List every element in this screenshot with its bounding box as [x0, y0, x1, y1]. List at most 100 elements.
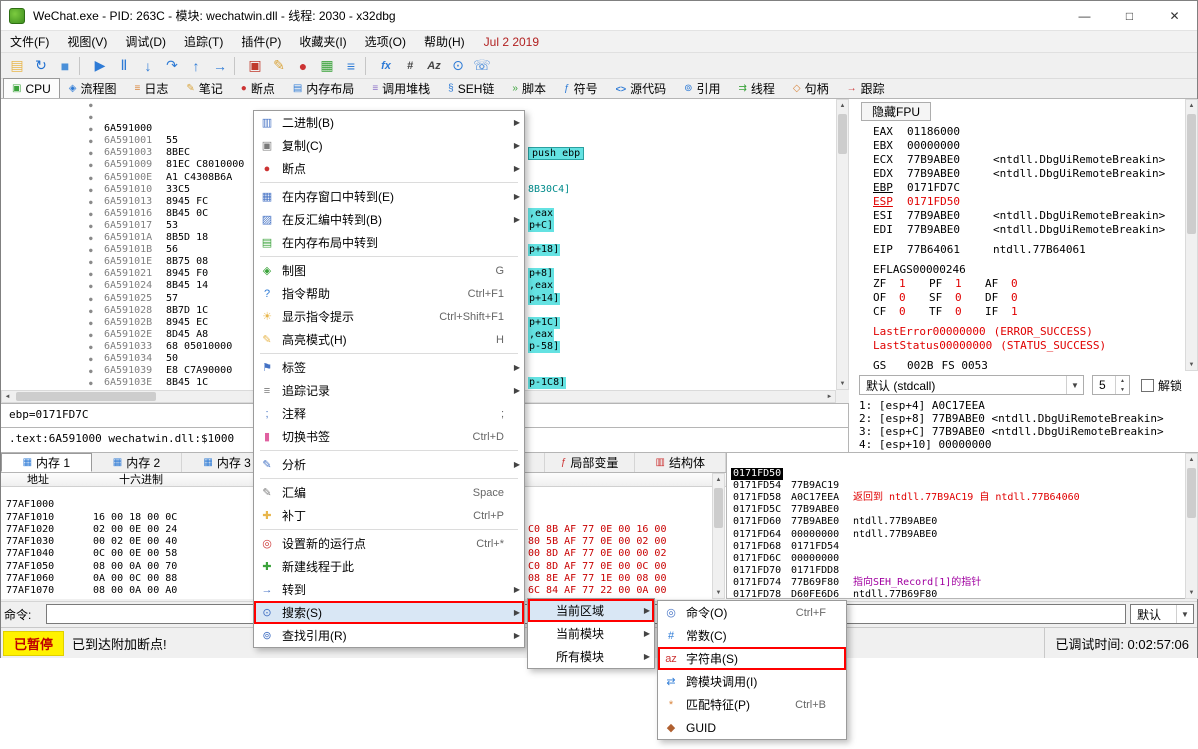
context-menu-item[interactable]: ▥ 二进制(B) ▶ — [254, 111, 524, 134]
register-row[interactable]: EFLAGS00000246 — [849, 263, 1185, 277]
view-tab[interactable]: ◈ 流程图 — [60, 78, 126, 98]
context-menu-item[interactable]: ▨ 在反汇编中转到(B) ▶ — [254, 208, 524, 231]
submenu-item[interactable]: ◆ GUID — [658, 716, 846, 739]
context-menu-item[interactable]: ✎ 高亮模式(H) H — [254, 328, 524, 351]
submenu-item[interactable]: 当前区域 ▶ — [528, 599, 654, 622]
call-stack-icon[interactable]: ≡ — [339, 55, 363, 77]
view-tab[interactable]: ƒ 符号 — [555, 78, 607, 98]
register-row[interactable]: LastStatus00000000(STATUS_SUCCESS) — [849, 339, 1185, 353]
register-row[interactable]: ESI77B9ABE0<ntdll.DbgUiRemoteBreakin> — [849, 209, 1185, 223]
submenu-item[interactable]: 当前模块 ▶ — [528, 622, 654, 645]
flags-row[interactable]: OF0SF0DF0 — [849, 291, 1185, 305]
breakpoint-dot-icon[interactable] — [89, 377, 93, 390]
view-tab[interactable]: ▣ CPU — [3, 78, 60, 98]
close-button[interactable]: ✕ — [1152, 1, 1197, 30]
stack-row[interactable]: 0171FD64 0171FD54 — [727, 516, 1198, 528]
fx-icon[interactable]: fx — [374, 55, 398, 77]
stop-icon[interactable]: ■ — [53, 55, 77, 77]
scroll-left-icon[interactable]: ◄ — [2, 391, 13, 402]
hide-fpu-button[interactable]: 隐藏FPU — [861, 102, 931, 121]
view-tab[interactable]: ≡ 调用堆栈 — [363, 78, 439, 98]
disasm-vertical-scrollbar[interactable]: ▲ ▼ — [836, 99, 849, 390]
register-row[interactable]: EDX77B9ABE0<ntdll.DbgUiRemoteBreakin> — [849, 167, 1185, 181]
argument-depth-spinner[interactable]: 5 ▲ ▼ — [1092, 375, 1130, 395]
toolbar-icon[interactable] — [234, 57, 241, 75]
menubar-item[interactable]: 调试(D) — [116, 31, 175, 52]
scroll-up-icon[interactable]: ▲ — [713, 474, 724, 485]
scroll-down-icon[interactable]: ▼ — [837, 378, 848, 389]
view-tab[interactable]: → 跟踪 — [838, 78, 894, 98]
pause-icon[interactable]: Ⅱ — [112, 55, 136, 77]
context-menu-item[interactable]: → 转到 ▶ — [254, 578, 524, 601]
stack-row[interactable]: 0171FD60 00000000 — [727, 504, 1198, 516]
context-menu-item[interactable]: ▮ 切换书签 Ctrl+D — [254, 425, 524, 448]
scrollbar-thumb[interactable] — [1187, 114, 1196, 234]
spinner-up-icon[interactable]: ▲ — [1116, 376, 1129, 385]
scroll-right-icon[interactable]: ► — [824, 391, 835, 402]
view-tab[interactable]: ◇ 句柄 — [784, 78, 838, 98]
context-menu-item[interactable]: ≡ 追踪记录 ▶ — [254, 379, 524, 402]
stack-row[interactable]: 0171FD78 00000000 — [727, 577, 1198, 589]
context-menu-item[interactable]: ▣ 复制(C) ▶ — [254, 134, 524, 157]
scrollbar-thumb[interactable] — [16, 392, 156, 401]
dump-tab[interactable]: ▦ 内存 2 — [92, 453, 183, 472]
submenu-item[interactable]: * 匹配特征(P) Ctrl+B — [658, 693, 846, 716]
context-menu-item[interactable]: ✎ 分析 ▶ — [254, 453, 524, 476]
register-row[interactable]: ESP0171FD50 — [849, 195, 1185, 209]
command-syntax-select[interactable]: 默认 ▼ — [1130, 604, 1194, 624]
toolbar-icon[interactable] — [79, 57, 86, 75]
menubar-item[interactable]: 插件(P) — [232, 31, 290, 52]
breakpoints-icon[interactable]: ● — [291, 55, 315, 77]
view-tab[interactable]: ⊚ 引用 — [675, 78, 729, 98]
stack-row[interactable]: 0171FD54 A0C17EEA — [727, 468, 1198, 480]
restart-icon[interactable]: ↻ — [29, 55, 53, 77]
argument-row[interactable]: 1: [esp+4] A0C17EEA — [849, 399, 1185, 412]
registers-vertical-scrollbar[interactable]: ▲ ▼ — [1185, 99, 1198, 371]
run-icon[interactable]: ▶ — [88, 55, 112, 77]
context-menu-item[interactable]: ✎ 汇编 Space — [254, 481, 524, 504]
context-menu-item[interactable]: ● 断点 ▶ — [254, 157, 524, 180]
stack-row[interactable]: 0171FD6C 0171FDD8 指向SEH_Record[1]的指针 — [727, 541, 1198, 553]
register-row[interactable]: LastError00000000(ERROR_SUCCESS) — [849, 325, 1185, 339]
context-menu-item[interactable]: ◎ 设置新的运行点 Ctrl+* — [254, 532, 524, 555]
context-menu-item[interactable]: ☀ 显示指令提示 Ctrl+Shift+F1 — [254, 305, 524, 328]
dump-tab[interactable]: ▥ 结构体 — [635, 453, 726, 472]
context-menu-item[interactable]: ⚑ 标签 ▶ — [254, 356, 524, 379]
menubar-item[interactable]: 文件(F) — [1, 31, 58, 52]
scrollbar-thumb[interactable] — [714, 488, 723, 528]
context-menu-item[interactable]: ▤ 在内存布局中转到 — [254, 231, 524, 254]
register-row[interactable]: ECX77B9ABE0<ntdll.DbgUiRemoteBreakin> — [849, 153, 1185, 167]
strings-icon[interactable]: Az — [422, 55, 446, 77]
calling-convention-select[interactable]: 默认 (stdcall) ▼ — [859, 375, 1084, 395]
minimize-button[interactable]: — — [1062, 1, 1107, 30]
step-into-icon[interactable]: ↓ — [136, 55, 160, 77]
menubar-item[interactable]: 收藏夹(I) — [290, 31, 355, 52]
view-tab[interactable]: ✎ 笔记 — [177, 78, 231, 98]
register-row[interactable]: EIP77B64061ntdll.77B64061 — [849, 243, 1185, 257]
script-icon[interactable]: ▣ — [243, 55, 267, 77]
argument-row[interactable]: 3: [esp+C] 77B9ABE0 <ntdll.DbgUiRemoteBr… — [849, 425, 1185, 438]
open-file-icon[interactable]: ▤ — [5, 55, 29, 77]
scroll-down-icon[interactable]: ▼ — [1186, 587, 1197, 598]
menubar-item[interactable]: 视图(V) — [58, 31, 116, 52]
flags-row[interactable]: ZF1PF1AF0 — [849, 277, 1185, 291]
spinner-down-icon[interactable]: ▼ — [1116, 385, 1129, 394]
submenu-item[interactable]: ⇄ 跨模块调用(I) — [658, 670, 846, 693]
scroll-down-icon[interactable]: ▼ — [1186, 359, 1197, 370]
submenu-item[interactable]: az 字符串(S) — [658, 647, 846, 670]
memory-map-icon[interactable]: ▦ — [315, 55, 339, 77]
view-tab[interactable]: ● 断点 — [232, 78, 284, 98]
view-tab[interactable]: » 脚本 — [503, 78, 555, 98]
dump-vertical-scrollbar[interactable]: ▲ ▼ — [712, 473, 725, 599]
dump-tab[interactable]: ▦ 内存 1 — [1, 453, 92, 472]
register-row[interactable]: EBX00000000 — [849, 139, 1185, 153]
step-out-icon[interactable]: ↑ — [184, 55, 208, 77]
submenu-item[interactable]: 所有模块 ▶ — [528, 645, 654, 668]
argument-row[interactable]: 2: [esp+8] 77B9ABE0 <ntdll.DbgUiRemoteBr… — [849, 412, 1185, 425]
context-menu-item[interactable]: ; 注释 ; — [254, 402, 524, 425]
menubar-item[interactable]: 选项(O) — [356, 31, 415, 52]
flags-row[interactable]: CF0TF0IF1 — [849, 305, 1185, 319]
toolbar-icon[interactable] — [365, 57, 372, 75]
menubar-item[interactable]: 追踪(T) — [175, 31, 232, 52]
stack-row[interactable]: 0171FD5C 77B9ABE0 ntdll.77B9ABE0 — [727, 492, 1198, 504]
